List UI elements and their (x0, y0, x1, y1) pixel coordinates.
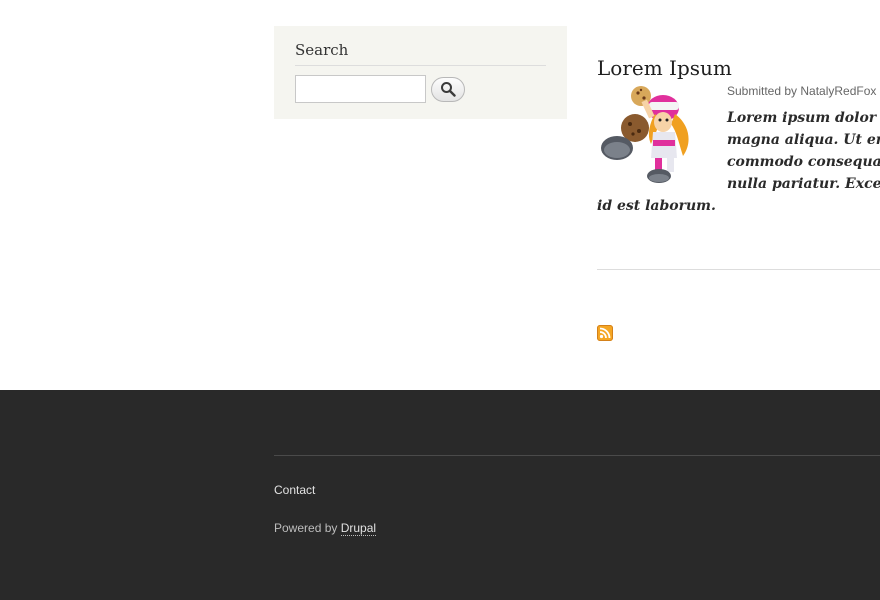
rss-icon[interactable] (597, 325, 613, 341)
drupal-link[interactable]: Drupal (340, 521, 377, 536)
footer: Contact Powered by Drupal (0, 390, 880, 600)
article-body: Submitted by NatalyRedFox Lorem ipsum do… (597, 84, 880, 217)
search-input[interactable] (295, 75, 426, 103)
search-form (295, 75, 546, 103)
article-title[interactable]: Lorem Ipsum (597, 54, 880, 82)
search-icon (441, 82, 456, 97)
article-teaser: Lorem Ipsum Submitted by NatalyRedFox Lo… (597, 54, 880, 217)
search-block-title: Search (295, 41, 546, 66)
powered-by: Powered by Drupal (274, 521, 377, 536)
footer-divider (274, 455, 880, 456)
search-button[interactable] (431, 76, 465, 102)
teaser-line: id est laborum. (597, 198, 716, 214)
footer-contact-link[interactable]: Contact (274, 483, 315, 497)
article-divider (597, 269, 880, 270)
powered-by-prefix: Powered by (274, 521, 338, 535)
article-image (601, 86, 689, 183)
search-block: Search (274, 26, 567, 119)
